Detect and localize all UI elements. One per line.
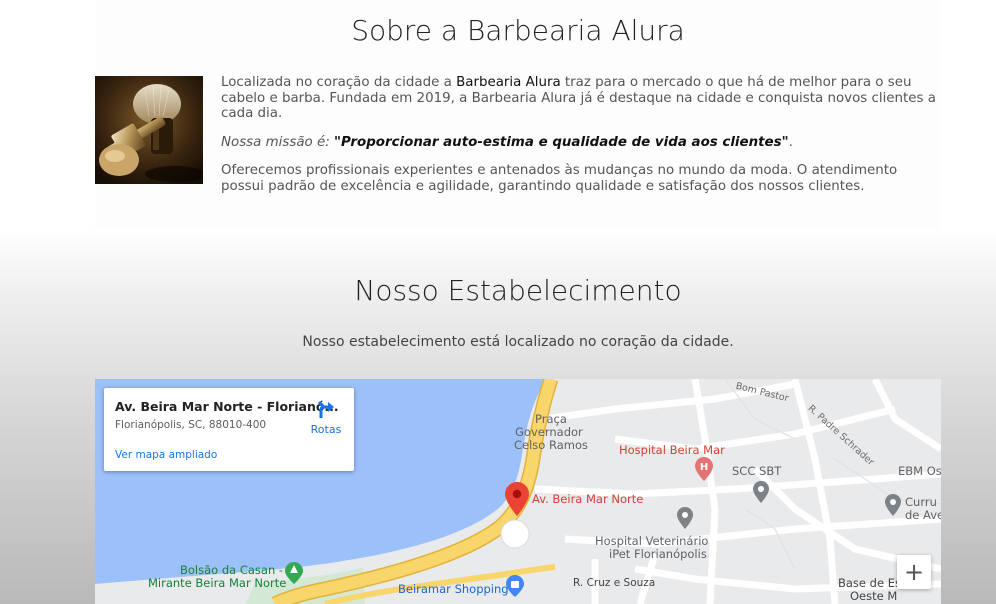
directions-label: Rotas [310, 423, 342, 436]
map-label-de-ave: de Ave [905, 508, 941, 522]
map-label-ipet: iPet Florianópolis [609, 547, 707, 561]
directions-button[interactable]: Rotas [306, 398, 346, 438]
mission-quote: "Proporcionar auto-estima e qualidade de… [334, 134, 789, 150]
svg-text:H: H [700, 462, 708, 473]
map-label-beiramar-shopping: Beiramar Shopping [398, 582, 509, 596]
map-label-marker: Av. Beira Mar Norte [532, 492, 644, 506]
map-label-bolsao: Bolsão da Casan - [180, 563, 284, 577]
map-label-praca: Praça [535, 412, 567, 426]
map-place-address: Florianópolis, SC, 88010-400 [115, 419, 267, 431]
about-title: Sobre a Barbearia Alura [351, 14, 685, 47]
map-label-celso: Celso Ramos [514, 438, 588, 452]
vet-poi-pin-icon[interactable] [677, 507, 693, 529]
establishment-title: Nosso Estabelecimento [354, 274, 682, 307]
google-map-embed[interactable]: Praça Governador Celso Ramos Hospital Be… [95, 379, 941, 604]
map-label-hospital-vet: Hospital Veterinário [595, 534, 709, 548]
shopping-pin-icon[interactable] [506, 575, 524, 597]
map-label-oeste: Oeste M [850, 589, 898, 603]
location-marker-icon[interactable] [505, 482, 529, 516]
map-label-scc: SCC SBT [732, 464, 782, 478]
mission-end: . [788, 134, 793, 150]
directions-icon [317, 400, 334, 418]
about-paragraph-service: Oferecemos profissionais experientes e a… [221, 163, 898, 194]
about-section: Sobre a Barbearia Alura Localizada no co… [95, 0, 941, 228]
map-label-hospital: Hospital Beira Mar [619, 443, 725, 457]
about-paragraph-history: Localizada no coração da cidade a Barbea… [221, 75, 941, 122]
map-label-curru: Curru [905, 495, 937, 509]
zoom-in-button[interactable]: + [897, 555, 931, 589]
about-text: Localizada no coração da cidade a Barbea… [221, 75, 941, 207]
bigger-map-link[interactable]: Ver mapa ampliado [115, 449, 217, 461]
about-history-text-start: Localizada no coração da cidade a [221, 75, 457, 90]
hospital-pin-icon[interactable]: H [695, 457, 713, 481]
map-label-base: Base de Es [838, 576, 901, 590]
mission-label: Nossa missão é: [221, 134, 335, 150]
establishment-subtitle: Nosso estabelecimento está localizado no… [302, 334, 734, 350]
park-pin-icon[interactable] [285, 562, 303, 584]
barber-shaving-kit-photo [95, 76, 203, 184]
scc-poi-pin-icon[interactable] [753, 481, 769, 503]
map-label-cruz-souza: R. Cruz e Souza [573, 577, 656, 589]
map-label-governador: Governador [515, 425, 583, 439]
map-label-mirante: Mirante Beira Mar Norte [148, 576, 287, 590]
about-paragraph-mission: Nossa missão é: "Proporcionar auto-estim… [221, 135, 941, 151]
map-info-card: Av. Beira Mar Norte - Florianó... Floria… [104, 388, 354, 471]
currus-poi-pin-icon[interactable] [885, 494, 901, 516]
map-label-ebm: EBM Os [898, 464, 941, 478]
brand-name-highlight: Barbearia Alura [456, 75, 561, 90]
